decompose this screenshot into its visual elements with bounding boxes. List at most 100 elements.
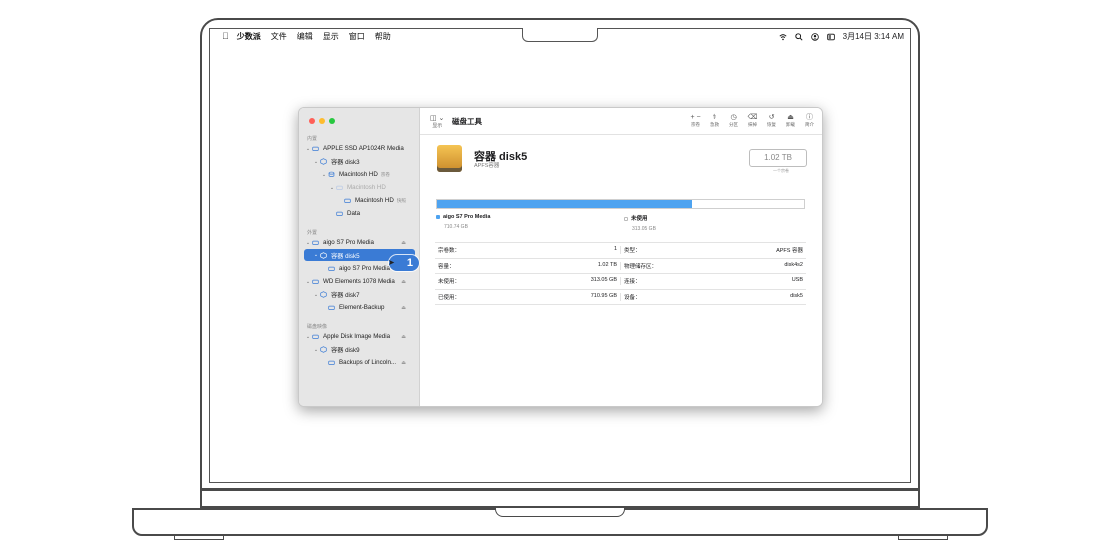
menu-help[interactable]: 帮助 xyxy=(375,29,391,44)
info-cell: 容量： 1.02 TB xyxy=(435,262,620,270)
eject-icon[interactable]: ⏏ xyxy=(401,360,406,366)
laptop-foot-left xyxy=(174,536,224,540)
mouse-pointer-icon: ➤ xyxy=(388,258,395,267)
menu-clock[interactable]: 3月14日 3:14 AM xyxy=(843,29,904,44)
erase-button[interactable]: ⌫ 抹掉 xyxy=(746,113,759,128)
chevron-down-icon[interactable]: ⌄ xyxy=(328,185,336,191)
sidebar-item-apple-disk-image[interactable]: ⌄ Apple Disk Image Media ⏏ xyxy=(304,331,414,342)
free-color-swatch xyxy=(624,216,628,221)
table-row: 未使用： 313.05 GB 连接： USB xyxy=(435,274,806,290)
table-row: 已使用： 710.95 GB 设备： disk5 xyxy=(435,290,806,306)
sidebar-item-data[interactable]: Data xyxy=(328,208,360,219)
menu-view[interactable]: 显示 xyxy=(323,29,339,44)
app-menu[interactable]: 少数派 xyxy=(237,29,261,44)
sidebar-item-label: Element-Backup xyxy=(339,304,385,311)
plus-minus-icon: + − xyxy=(690,114,701,121)
sidebar-item-wd-elements[interactable]: ⌄ WD Elements 1078 Media ⏏ xyxy=(304,276,414,287)
minimize-button[interactable] xyxy=(319,118,325,124)
drive-icon xyxy=(344,198,351,203)
container-icon xyxy=(320,346,327,353)
search-icon[interactable] xyxy=(794,32,803,41)
first-aid-icon: ⚕ xyxy=(712,114,717,121)
used-color-swatch xyxy=(436,214,440,219)
eject-icon[interactable]: ⏏ xyxy=(401,305,406,311)
partition-button[interactable]: ◷ 分区 xyxy=(727,113,740,128)
toolbar-label: 分区 xyxy=(729,122,738,127)
screen:  少数派 文件 编辑 显示 窗口 帮助 3月14日 3:14 AM 内置 ⌄ xyxy=(209,28,911,483)
wifi-icon[interactable] xyxy=(779,33,787,41)
legend-free-label: 未使用 xyxy=(631,216,648,222)
sidebar-item-disk3[interactable]: ⌄ 容器 disk3 xyxy=(312,156,360,167)
main-pane: ◫ ⌄ 显示 磁盘工具 + − 宗卷 ⚕ 急救 ◷ 分区 ⌫ 抹掉 ↺ 恢复 ⏏ 卸载 ⓘ 简… xyxy=(420,108,822,406)
sidebar-item-label: 容器 disk9 xyxy=(331,347,360,354)
info-value: USB xyxy=(791,277,803,284)
chevron-down-icon[interactable]: ⌄ xyxy=(304,240,312,246)
volume-button[interactable]: + − 宗卷 xyxy=(689,113,702,128)
first-aid-button[interactable]: ⚕ 急救 xyxy=(708,113,721,128)
menu-edit[interactable]: 编辑 xyxy=(297,29,313,44)
chevron-down-icon[interactable]: ⌄ xyxy=(312,292,320,298)
drive-icon xyxy=(328,266,335,271)
view-label: 显示 xyxy=(432,123,443,129)
info-cell: 宗卷数： 1 xyxy=(435,246,620,254)
menu-window[interactable]: 窗口 xyxy=(349,29,365,44)
disk-utility-window: 内置 ⌄ APPLE SSD AP1024R Media ⌄ 容器 disk3 … xyxy=(298,107,823,407)
legend-free-value: 313.05 GB xyxy=(632,226,656,232)
sidebar-item-apple-ssd[interactable]: ⌄ APPLE SSD AP1024R Media xyxy=(304,143,404,154)
info-cell: 未使用： 313.05 GB xyxy=(435,277,620,285)
chevron-down-icon[interactable]: ⌄ xyxy=(312,347,320,353)
toolbar-label: 宗卷 xyxy=(691,122,700,127)
usage-bar-fill xyxy=(437,200,692,208)
sidebar-item-disk5[interactable]: ⌄ 容器 disk5 xyxy=(312,250,360,261)
zoom-button[interactable] xyxy=(329,118,335,124)
view-button[interactable]: ◫ ⌄ 显示 xyxy=(430,114,444,129)
chevron-down-icon[interactable]: ⌄ xyxy=(312,252,320,258)
sidebar-item-label: Apple Disk Image Media xyxy=(323,333,391,340)
section-external: 外置 xyxy=(307,230,318,236)
unmount-icon: ⏏ xyxy=(787,114,794,121)
sidebar-item-element-backup[interactable]: Element-Backup ⏏ xyxy=(320,302,414,313)
chevron-down-icon[interactable]: ⌄ xyxy=(304,279,312,285)
drive-icon xyxy=(336,211,343,216)
info-cell: 物理储存区： disk4s2 xyxy=(620,261,806,270)
toolbar-label: 卸载 xyxy=(786,122,795,127)
info-cell: 已使用： 710.95 GB xyxy=(435,293,620,301)
chevron-down-icon[interactable]: ⌄ xyxy=(304,334,312,340)
sidebar-item-aigo-media[interactable]: ⌄ aigo S7 Pro Media ⏏ xyxy=(304,237,414,248)
sidebar-item-label: aigo S7 Pro Media xyxy=(323,239,374,246)
close-button[interactable] xyxy=(309,118,315,124)
info-key: 容量： xyxy=(438,263,455,270)
eject-icon[interactable]: ⏏ xyxy=(401,279,406,285)
user-icon[interactable] xyxy=(810,32,819,41)
volume-stack-icon xyxy=(328,171,335,177)
info-button[interactable]: ⓘ 简介 xyxy=(803,113,816,128)
control-center-icon[interactable] xyxy=(826,33,835,41)
info-value: 710.95 GB xyxy=(590,293,617,300)
chevron-down-icon[interactable]: ⌄ xyxy=(304,146,312,152)
unmount-button[interactable]: ⏏ 卸载 xyxy=(784,113,797,128)
sidebar-item-macintosh-hd-dim[interactable]: ⌄ Macintosh HD xyxy=(328,182,386,193)
info-value: APFS 容器 xyxy=(776,248,803,255)
info-key: 连接： xyxy=(624,279,641,286)
sidebar-item-disk7[interactable]: ⌄ 容器 disk7 xyxy=(312,289,360,300)
sidebar-item-macintosh-hd-volume[interactable]: ⌄ Macintosh HD 宗卷 xyxy=(320,169,390,180)
chevron-down-icon[interactable]: ⌄ xyxy=(312,159,320,165)
info-key: 宗卷数： xyxy=(438,248,461,255)
sidebar-item-disk9[interactable]: ⌄ 容器 disk9 xyxy=(312,344,360,355)
sidebar-item-aigo-volume[interactable]: aigo S7 Pro Media xyxy=(320,263,390,274)
eject-icon[interactable]: ⏏ xyxy=(401,334,406,340)
sidebar-item-macintosh-hd-snapshot[interactable]: Macintosh HD 快照 xyxy=(336,195,406,206)
drive-icon xyxy=(336,185,343,190)
sidebar-item-backups[interactable]: Backups of Lincoln... ⏏ xyxy=(320,357,414,368)
eject-icon[interactable]: ⏏ xyxy=(401,240,406,246)
partition-icon: ◷ xyxy=(730,114,737,121)
chevron-down-icon[interactable]: ⌄ xyxy=(320,172,328,178)
sidebar-item-label: 容器 disk7 xyxy=(331,292,360,299)
info-key: 未使用： xyxy=(438,279,461,286)
apple-menu-icon[interactable]:  xyxy=(222,29,229,44)
info-key: 类型： xyxy=(624,248,641,255)
sidebar-item-label: Backups of Lincoln... xyxy=(339,359,397,366)
restore-button[interactable]: ↺ 恢复 xyxy=(765,113,778,128)
menu-file[interactable]: 文件 xyxy=(271,29,287,44)
toolbar: ◫ ⌄ 显示 磁盘工具 + − 宗卷 ⚕ 急救 ◷ 分区 ⌫ 抹掉 ↺ 恢复 ⏏ 卸载 ⓘ 简… xyxy=(420,108,822,135)
